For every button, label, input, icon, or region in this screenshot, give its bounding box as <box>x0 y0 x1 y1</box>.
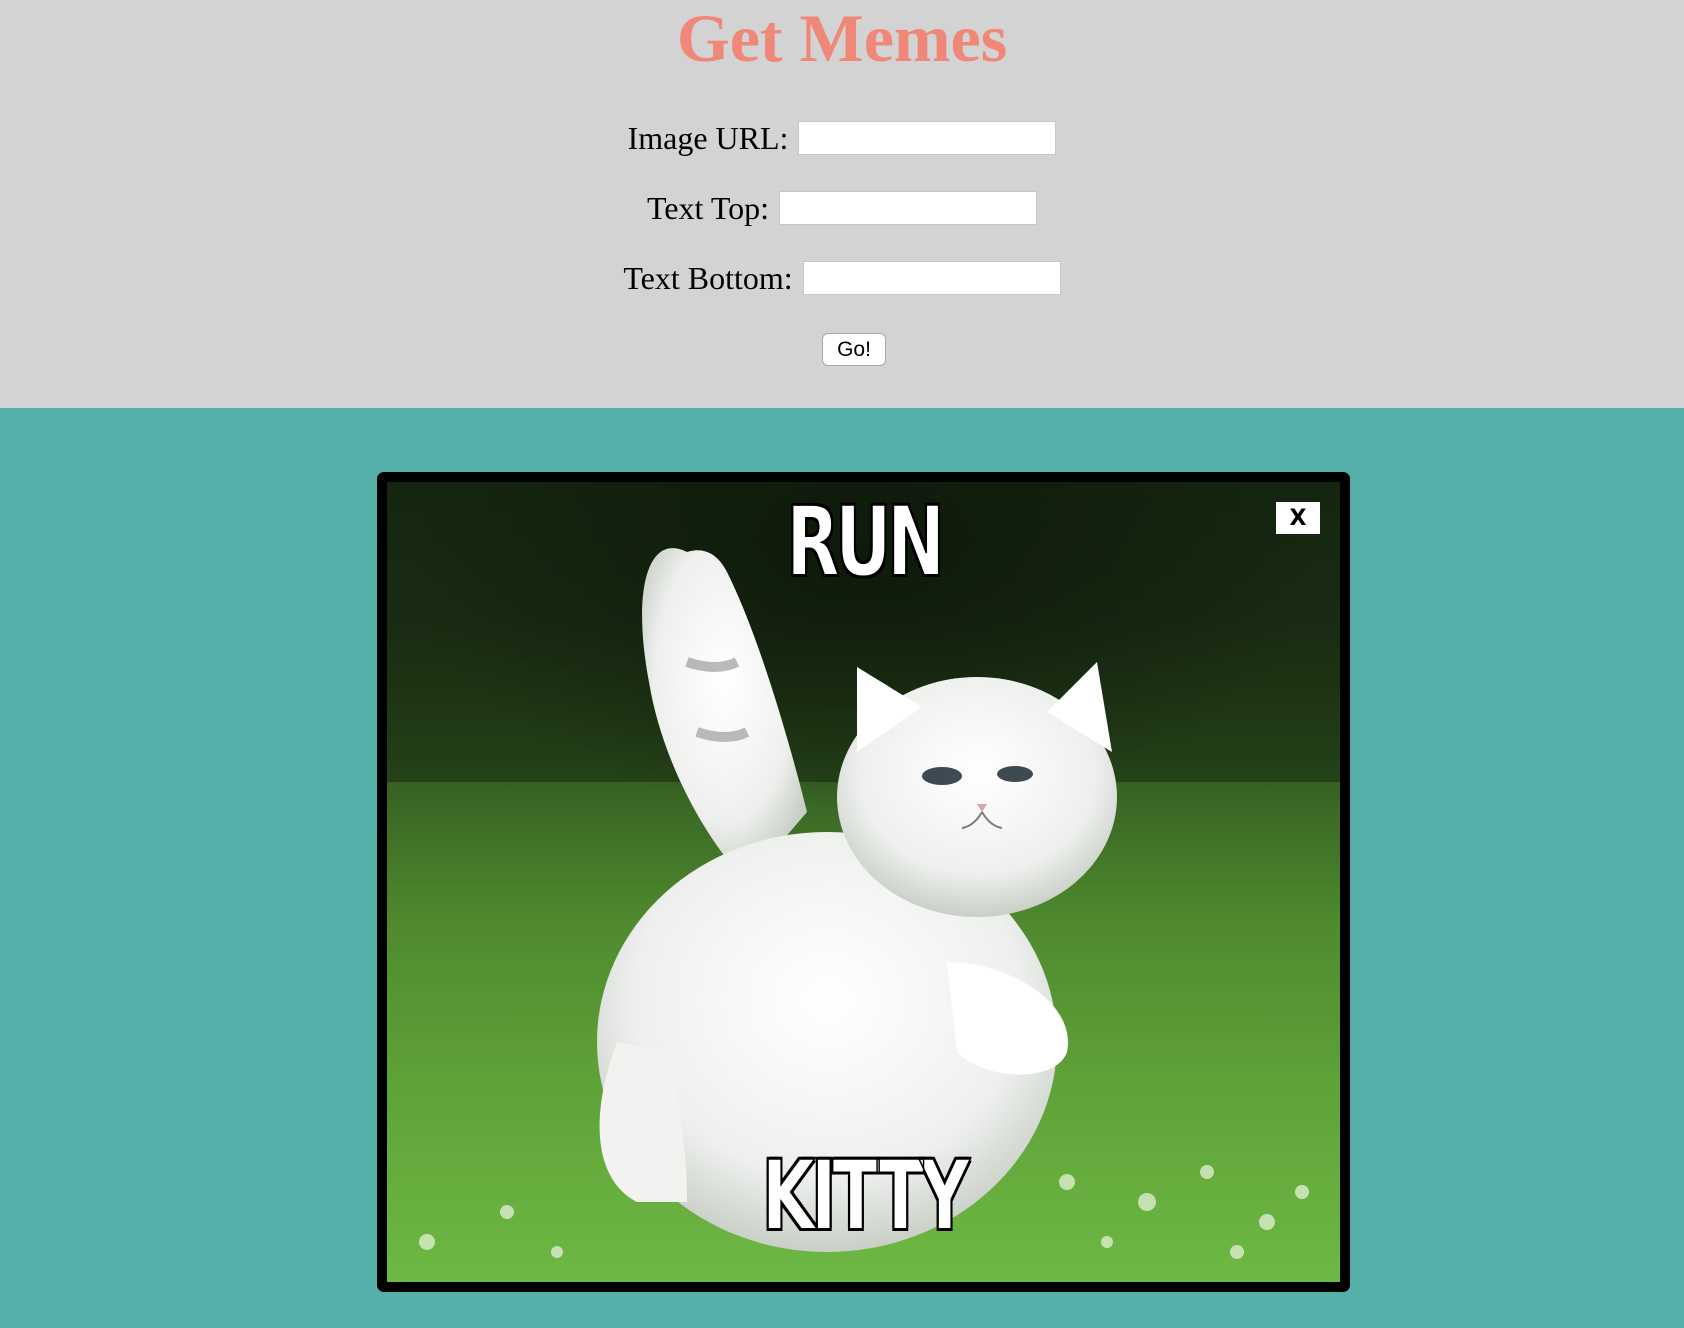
image-url-label: Image URL: <box>627 119 789 156</box>
meme-form-header: Get Memes Image URL: Text Top: Text Bott… <box>0 0 1684 408</box>
image-url-input[interactable] <box>798 121 1057 155</box>
text-top-label: Text Top: <box>646 189 770 226</box>
image-url-row: Image URL: <box>0 118 1684 158</box>
text-bottom-input[interactable] <box>802 261 1061 295</box>
page-title: Get Memes <box>676 0 1008 76</box>
meme-top-text: RUN <box>786 486 946 598</box>
text-top-row: Text Top: <box>0 188 1684 228</box>
meme-card: RUN KITTY X <box>377 472 1350 1292</box>
text-bottom-label: Text Bottom: <box>623 259 793 296</box>
meme-image: RUN KITTY X <box>387 482 1340 1282</box>
close-button[interactable]: X <box>1276 502 1320 534</box>
meme-bottom-text: KITTY <box>761 1140 970 1252</box>
text-top-input[interactable] <box>779 191 1038 225</box>
text-bottom-row: Text Bottom: <box>0 258 1684 298</box>
go-button[interactable]: Go! <box>822 333 886 366</box>
